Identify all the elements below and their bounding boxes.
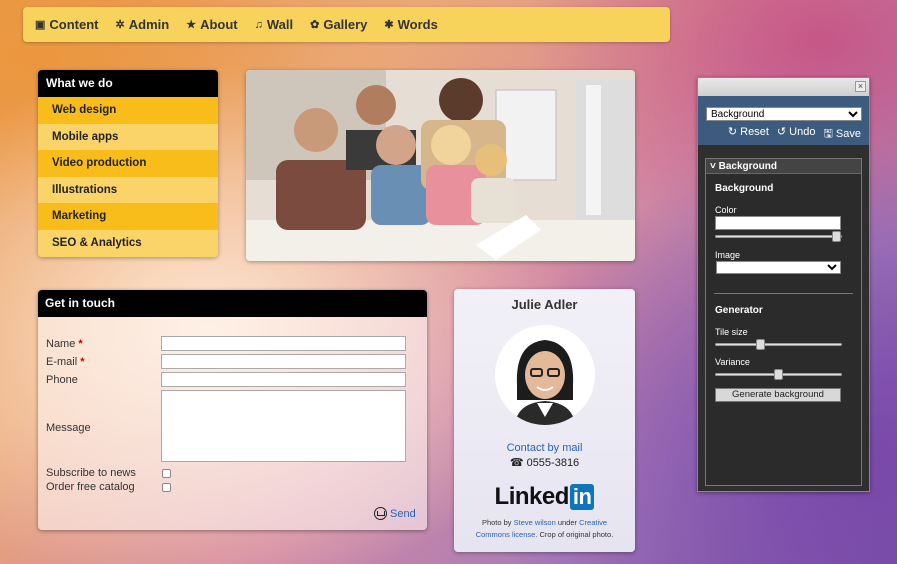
color-slider[interactable]: [715, 231, 842, 242]
message-field[interactable]: [161, 390, 406, 462]
panel-toolbar: Background ↻ Reset ↺ Undo 🖫 Save: [698, 96, 869, 145]
email-field[interactable]: [161, 354, 406, 369]
services-title: What we do: [38, 70, 218, 97]
email-label: E-mail: [46, 356, 78, 368]
save-button[interactable]: 🖫 Save: [823, 125, 861, 144]
panel-selector[interactable]: Background: [706, 107, 862, 121]
generate-background-button[interactable]: Generate background: [715, 388, 841, 402]
panel-titlebar[interactable]: ×: [698, 78, 869, 96]
photo-credit: Photo by Steve wilson under Creative Com…: [454, 517, 635, 541]
gear-icon: ✲: [115, 19, 125, 31]
undo-button[interactable]: ↺ Undo: [777, 125, 816, 144]
divider: [714, 293, 853, 294]
nav-about[interactable]: ★ About: [186, 17, 237, 32]
section-header[interactable]: ˅ Background: [706, 159, 861, 174]
reset-button[interactable]: ↻ Reset: [728, 125, 769, 144]
credit-mid: under: [555, 518, 580, 527]
nav-admin[interactable]: ✲ Admin: [116, 17, 170, 32]
flower-icon: ✿: [310, 19, 320, 31]
services-menu: What we do Web design Mobile apps Video …: [38, 70, 218, 257]
catalog-checkbox[interactable]: [162, 483, 171, 492]
star-icon: ★: [186, 19, 197, 31]
required-mark: *: [78, 338, 83, 350]
services-item[interactable]: Video production: [38, 150, 218, 177]
name-label-row: Name *: [46, 338, 83, 350]
contact-form: Get in touch Name * E-mail * Phone Messa…: [38, 290, 427, 530]
services-item[interactable]: Mobile apps: [38, 123, 218, 151]
team-photo-illustration: [246, 70, 635, 261]
avatar-portrait: [494, 325, 595, 425]
catalog-label: Order free catalog: [46, 481, 135, 493]
services-item[interactable]: SEO & Analytics: [38, 229, 218, 257]
nav-label: Content: [49, 17, 99, 32]
subscribe-checkbox[interactable]: [162, 469, 171, 478]
contact-title: Get in touch: [38, 290, 427, 317]
subscribe-label: Subscribe to news: [46, 467, 136, 479]
services-item[interactable]: Web design: [38, 97, 218, 124]
variance-label: Variance: [715, 357, 750, 367]
required-mark: *: [80, 356, 85, 368]
linkedin-logo[interactable]: Linked in: [495, 483, 595, 511]
slider-thumb[interactable]: [755, 339, 765, 350]
linkedin-word: Linked: [494, 483, 570, 510]
services-item[interactable]: Illustrations: [38, 176, 218, 204]
asterisk-icon: ✱: [384, 19, 394, 31]
linkedin-in: in: [569, 484, 595, 510]
nav-label: Wall: [266, 17, 294, 32]
background-subheading: Background: [715, 183, 774, 194]
nav-wall[interactable]: ♫ Wall: [255, 17, 294, 32]
tile-size-label: Tile size: [715, 327, 748, 337]
nav-words[interactable]: ✱ Words: [384, 17, 437, 32]
nav-label: Gallery: [323, 17, 368, 32]
color-label: Color: [715, 205, 737, 215]
background-editor-panel: × Background ↻ Reset ↺ Undo 🖫 Save ˅ Bac…: [697, 77, 870, 492]
contact-mail-link[interactable]: Contact by mail: [454, 442, 635, 454]
phone-field[interactable]: [161, 372, 406, 387]
image-label: Image: [715, 250, 741, 260]
send-button[interactable]: Send: [374, 507, 416, 520]
send-label: Send: [390, 507, 416, 520]
nav-label: Words: [397, 17, 438, 32]
nav-content[interactable]: ▣ Content: [35, 17, 99, 32]
send-icon: [374, 507, 387, 520]
generator-heading: Generator: [715, 305, 763, 316]
profile-name: Julie Adler: [511, 297, 578, 312]
credit-prefix: Photo by: [481, 518, 514, 527]
image-select[interactable]: [716, 261, 841, 274]
avatar: [494, 325, 595, 425]
tile-size-slider[interactable]: [715, 339, 842, 350]
variance-slider[interactable]: [715, 369, 842, 380]
slider-thumb[interactable]: [773, 369, 783, 380]
panel-actions: ↻ Reset ↺ Undo 🖫 Save: [706, 125, 861, 144]
slider-thumb[interactable]: [832, 231, 841, 242]
credit-author-link[interactable]: Steve wilson: [514, 518, 556, 527]
name-field[interactable]: [161, 336, 406, 351]
close-icon[interactable]: ×: [855, 81, 866, 92]
message-label: Message: [46, 422, 91, 434]
color-swatch[interactable]: [715, 216, 841, 230]
services-item[interactable]: Marketing: [38, 203, 218, 230]
profile-phone: ☎ 0555-3816: [509, 457, 580, 469]
background-section: ˅ Background Background Color Image Gene…: [705, 158, 862, 486]
nav-label: Admin: [128, 17, 170, 32]
email-label-row: E-mail *: [46, 356, 85, 368]
profile-card: Julie Adler Contact by mail ☎ 0555-3816 …: [454, 289, 635, 552]
name-label: Name: [46, 338, 76, 350]
credit-suffix: . Crop of original photo.: [535, 530, 614, 539]
nav-label: About: [200, 17, 238, 32]
nav-gallery[interactable]: ✿ Gallery: [310, 17, 367, 32]
phone-label: Phone: [46, 374, 78, 386]
content-icon: ▣: [35, 19, 46, 31]
music-icon: ♫: [254, 18, 263, 31]
top-nav: ▣ Content ✲ Admin ★ About ♫ Wall ✿ Gallery ✱ W…: [23, 7, 670, 42]
team-photo: [246, 70, 635, 261]
